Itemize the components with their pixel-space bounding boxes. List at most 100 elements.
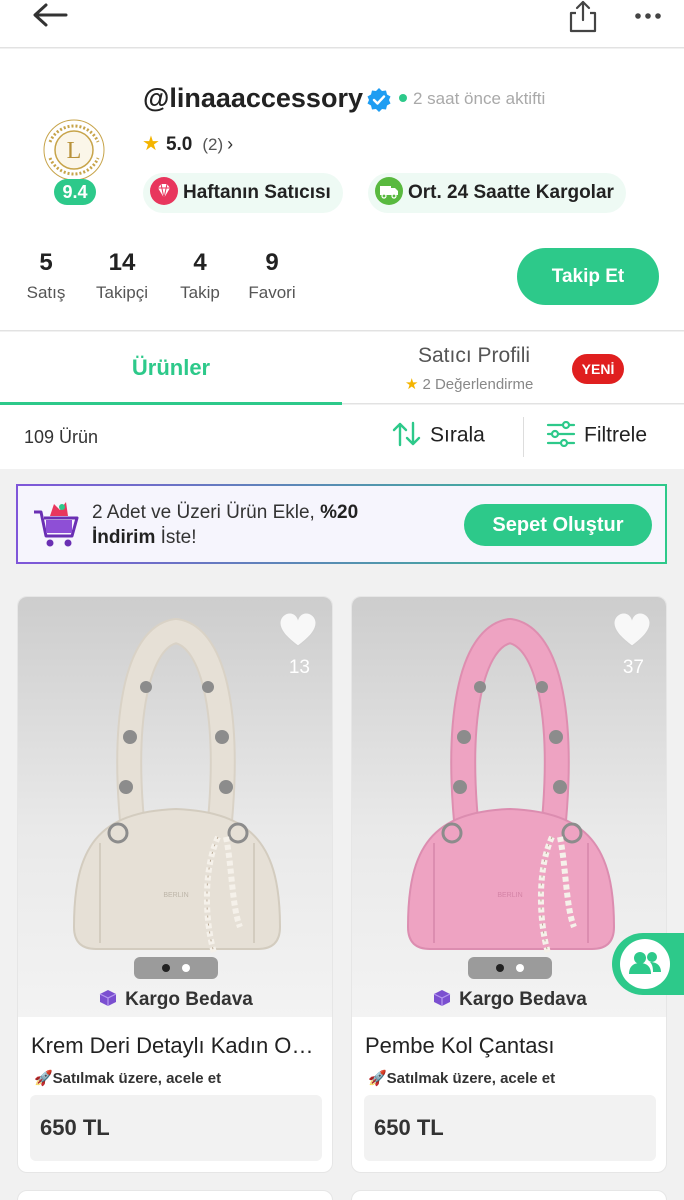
package-icon (433, 989, 451, 1006)
tab-products-label: Ürünler (131, 355, 211, 380)
fast-shipping-badge[interactable]: Ort. 24 Saatte Kargolar (368, 173, 626, 213)
product-card[interactable]: BERLIN 13 Kargo Bedava Krem Deri Detaylı… (17, 596, 333, 1173)
follow-button[interactable]: Takip Et (517, 248, 659, 305)
cream-bag-image: BERLIN (72, 618, 282, 954)
share-button[interactable] (566, 0, 600, 34)
heart-icon (613, 612, 651, 647)
bundle-discount-banner: 2 Adet ve Üzeri Ürün Ekle, %20 İndirim İs… (16, 484, 667, 564)
stat-value: 5 (39, 249, 53, 276)
toolbar-divider (523, 417, 524, 457)
online-dot-icon (399, 93, 407, 102)
more-horizontal-icon (635, 13, 661, 19)
urgency-label: 🚀Satılmak üzere, acele et (34, 1070, 222, 1087)
chevron-right-icon: › (227, 134, 234, 154)
sort-button[interactable]: Sırala (392, 421, 485, 449)
svg-text:L: L (67, 138, 82, 164)
favorite-button[interactable] (278, 611, 318, 651)
filter-label: Filtrele (584, 423, 648, 447)
rating-count: (2) (202, 135, 224, 154)
filter-button[interactable]: Filtrele (546, 420, 648, 449)
lina-accessory-logo: L (38, 114, 110, 186)
svg-text:BERLIN: BERLIN (163, 892, 188, 899)
svg-text:BERLIN: BERLIN (497, 892, 522, 899)
promo-text-discount-word: İndirim (92, 527, 156, 548)
shipping-text: Kargo Bedava (125, 989, 253, 1010)
product-price: 650 TL (374, 1115, 444, 1140)
product-title[interactable]: Krem Deri Detaylı Kadın Omuz Çantası (31, 1033, 321, 1059)
star-icon: ★ (142, 133, 160, 155)
filter-sliders-icon (546, 420, 576, 448)
image-carousel-indicator[interactable] (468, 957, 552, 979)
product-image[interactable]: BERLIN 13 (18, 597, 332, 1017)
carousel-dot (182, 964, 190, 972)
price-box: 650 TL (30, 1095, 322, 1161)
heart-icon (279, 612, 317, 647)
verified-icon (366, 87, 392, 113)
stat-following[interactable]: 4 Takip (174, 249, 226, 303)
product-list-toolbar: 109 Ürün Sırala Filtrele (0, 405, 684, 469)
active-status-text: 2 saat önce aktifti (413, 89, 546, 108)
stat-value: 14 (108, 249, 136, 276)
sort-label: Sırala (430, 423, 485, 447)
free-shipping-label: Kargo Bedava (352, 989, 666, 1011)
new-badge: YENİ (572, 354, 624, 384)
next-product-card[interactable] (17, 1190, 333, 1200)
seller-stats: 5 Satış 14 Takipçi 4 Takip 9 Favori (0, 249, 320, 309)
tab-seller-profile-label: Satıcı Profili (418, 344, 531, 367)
promo-text-discount: %20 (320, 502, 359, 523)
tab-seller-profile[interactable]: Satıcı Profili ★ 2 Değerlendirme YENİ (342, 332, 684, 404)
sort-icon (392, 421, 421, 447)
urgency-label: 🚀Satılmak üzere, acele et (368, 1070, 556, 1087)
active-status: 2 saat önce aktifti (399, 89, 545, 109)
create-cart-button[interactable]: Sepet Oluştur (464, 504, 652, 546)
stat-label: Satış (26, 283, 66, 302)
share-icon (569, 0, 597, 33)
diamond-icon (149, 176, 179, 206)
seller-avatar[interactable]: L (36, 112, 112, 188)
star-icon: ★ (405, 376, 419, 393)
tab-products[interactable]: Ürünler (0, 332, 342, 405)
product-count: 109 Ürün (24, 427, 99, 447)
image-carousel-indicator[interactable] (134, 957, 218, 979)
stat-label: Takip (180, 283, 220, 302)
free-shipping-label: Kargo Bedava (18, 989, 332, 1011)
stat-label: Takipçi (96, 283, 148, 302)
carousel-dot-active (162, 964, 170, 972)
shopping-cart-icon (32, 500, 80, 550)
users-icon (620, 939, 670, 989)
stat-label: Favori (248, 283, 296, 302)
reviews-count-text: 2 Değerlendirme (422, 376, 534, 393)
more-options-button[interactable] (630, 4, 670, 28)
rating-value: 5.0 (165, 134, 193, 155)
stat-sales[interactable]: 5 Satış (22, 249, 70, 303)
seller-score-badge: 9.4 (54, 179, 96, 205)
stat-value: 4 (193, 249, 207, 276)
product-title[interactable]: Pembe Kol Çantası (365, 1033, 655, 1059)
product-card[interactable]: BERLIN 37 Kargo Bedava Pembe Kol Çantası… (351, 596, 667, 1173)
favorite-button[interactable] (612, 611, 652, 651)
favorite-count: 37 (622, 657, 644, 678)
promo-text-tail: İste! (155, 527, 197, 548)
seller-username[interactable]: @linaaaccessory (143, 83, 363, 114)
promo-text-plain: 2 Adet ve Üzeri Ürün Ekle, (92, 502, 321, 523)
next-product-card[interactable] (351, 1190, 667, 1200)
carousel-dot-active (496, 964, 504, 972)
community-floating-button[interactable] (612, 933, 684, 995)
product-price: 650 TL (40, 1115, 110, 1140)
promo-text: 2 Adet ve Üzeri Ürün Ekle, %20 İndirim İs… (92, 500, 452, 550)
fast-shipping-label: Ort. 24 Saatte Kargolar (408, 182, 614, 203)
stat-followers[interactable]: 14 Takipçi (90, 249, 154, 303)
seller-rating[interactable]: ★ 5.0 (2) › (142, 131, 233, 157)
stat-favorites[interactable]: 9 Favori (244, 249, 300, 303)
favorite-count: 13 (288, 657, 310, 678)
carousel-dot (516, 964, 524, 972)
top-bar (0, 0, 684, 48)
arrow-left-icon (33, 3, 68, 27)
profile-tabs: Ürünler Satıcı Profili ★ 2 Değerlendirme … (0, 332, 684, 405)
back-button[interactable] (30, 0, 70, 32)
price-box: 650 TL (364, 1095, 656, 1161)
weekly-seller-badge[interactable]: Haftanın Satıcısı (143, 173, 343, 213)
package-icon (99, 989, 117, 1006)
seller-profile-header: L 9.4 @linaaaccessory 2 saat önce aktift… (0, 49, 684, 331)
weekly-seller-label: Haftanın Satıcısı (183, 182, 331, 203)
